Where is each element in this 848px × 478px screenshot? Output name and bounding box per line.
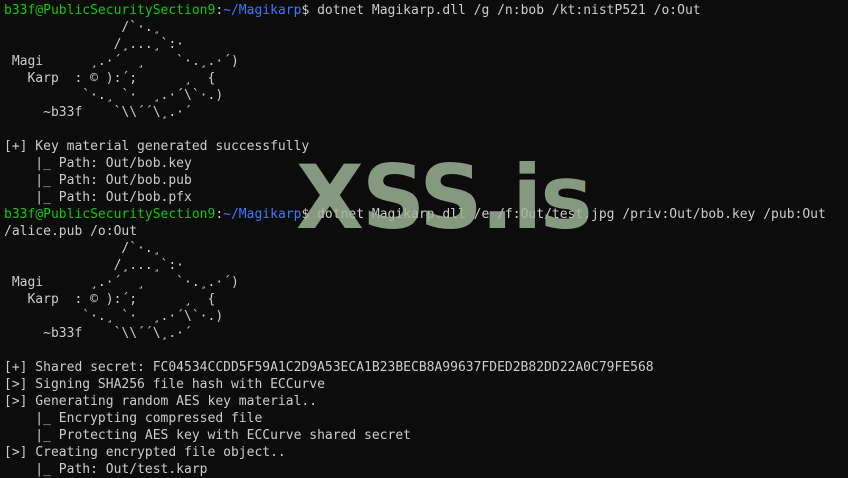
output-line: ~b33f `\\´´\¸.·´ <box>4 105 192 120</box>
output-line: /alice.pub /o:Out <box>4 224 138 239</box>
output-line: Karp : © ):´; ¸ { <box>4 71 216 86</box>
prompt-symbol: $ <box>301 207 318 222</box>
prompt-cwd: ~/Magikarp <box>223 207 302 222</box>
output-line: |_ Encrypting compressed file <box>4 411 263 426</box>
output-line: [+] Shared secret: FC04534CCDD5F59A1C2D9… <box>4 360 654 375</box>
output-line: [+] Key material generated successfully <box>4 139 310 154</box>
command-text: dotnet Magikarp.dll /e /f:Out/test.jpg /… <box>317 207 826 222</box>
output-line: [>] Creating encrypted file object.. <box>4 445 286 460</box>
prompt-symbol: $ <box>301 3 318 18</box>
output-line: |_ Path: Out/bob.key <box>4 156 192 171</box>
prompt-user-host: b33f@PublicSecuritySection9 <box>4 3 216 18</box>
output-line: /¸...¸`:· <box>4 258 185 273</box>
output-line: |_ Path: Out/test.karp <box>4 462 208 477</box>
output-line: Magi ¸.·´ ¸ `·.¸.·´) <box>4 275 239 290</box>
terminal-window[interactable]: b33f@PublicSecuritySection9:~/Magikarp$ … <box>0 0 848 478</box>
prompt-line: b33f@PublicSecuritySection9:~/Magikarp$ … <box>4 206 848 223</box>
output-line: `·.¸ `· ¸.·´\`·.) <box>4 309 224 324</box>
output-line: [>] Signing SHA256 file hash with ECCurv… <box>4 377 325 392</box>
prompt-user-host: b33f@PublicSecuritySection9 <box>4 207 216 222</box>
output-line: |_ Path: Out/bob.pfx <box>4 190 192 205</box>
prompt-cwd: ~/Magikarp <box>223 3 302 18</box>
prompt-separator: : <box>215 207 224 222</box>
command-text: dotnet Magikarp.dll /g /n:bob /kt:nistP5… <box>317 3 701 18</box>
output-line: /¸...¸`:· <box>4 37 185 52</box>
output-line: /`·.¸ <box>4 20 161 35</box>
output-line: /`·.¸ <box>4 241 161 256</box>
terminal-output: b33f@PublicSecuritySection9:~/Magikarp$ … <box>4 2 848 478</box>
output-line: ~b33f `\\´´\¸.·´ <box>4 326 192 341</box>
output-line: `·.¸ `· ¸.·´\`·.) <box>4 88 224 103</box>
prompt-line: b33f@PublicSecuritySection9:~/Magikarp$ … <box>4 2 848 19</box>
prompt-separator: : <box>215 3 224 18</box>
output-line: |_ Protecting AES key with ECCurve share… <box>4 428 411 443</box>
output-line: Karp : © ):´; ¸ { <box>4 292 216 307</box>
output-line: Magi ¸.·´ ¸ `·.¸.·´) <box>4 54 239 69</box>
output-line: |_ Path: Out/bob.pub <box>4 173 192 188</box>
output-line: [>] Generating random AES key material.. <box>4 394 318 409</box>
